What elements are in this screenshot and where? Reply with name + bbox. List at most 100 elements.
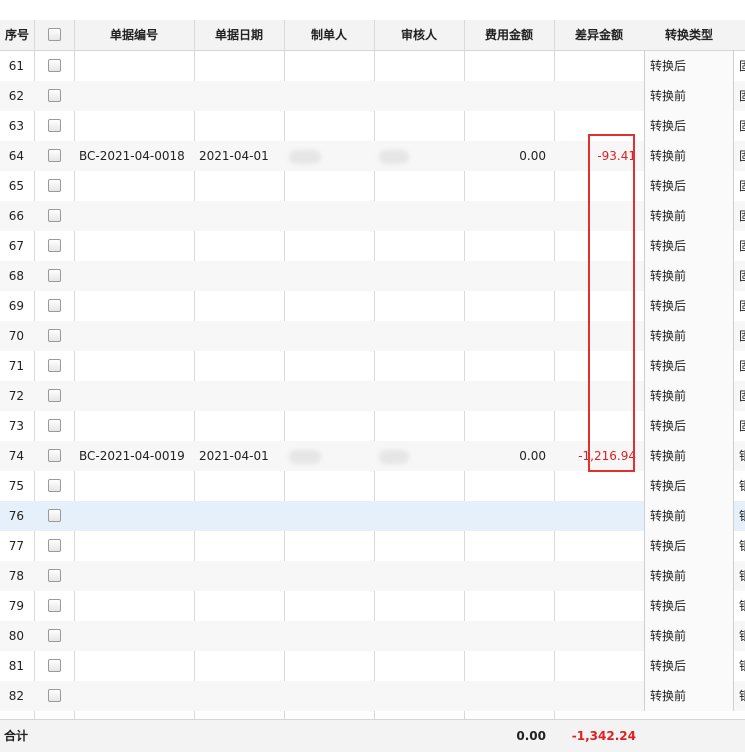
row-checkbox[interactable]: [47, 89, 61, 102]
row-maker-redacted: [284, 531, 374, 561]
table-row[interactable]: 71 转换后固: [0, 351, 745, 381]
row-diff-amount: [554, 201, 644, 231]
table-row[interactable]: 74 BC-2021-04-0019 2021-04-01 0.00 -1,216.94…: [0, 441, 745, 471]
table-row[interactable]: 78 转换前银: [0, 561, 745, 591]
table-row[interactable]: 77 转换后银: [0, 531, 745, 561]
row-truncated-col: 银: [739, 441, 745, 471]
row-doc-no: [74, 171, 194, 201]
row-checkbox[interactable]: [47, 209, 61, 222]
row-select[interactable]: [34, 51, 74, 81]
row-checkbox[interactable]: [47, 299, 61, 312]
table-row[interactable]: 62 转换前固: [0, 81, 745, 111]
row-checkbox[interactable]: [47, 479, 61, 492]
row-checkbox[interactable]: [47, 419, 61, 432]
row-doc-no: [74, 51, 194, 81]
header-select-all[interactable]: [34, 20, 74, 50]
table-row[interactable]: 68 转换前固: [0, 261, 745, 291]
row-select[interactable]: [34, 681, 74, 711]
row-select[interactable]: [34, 351, 74, 381]
row-truncated-col: 固: [739, 411, 745, 441]
row-select[interactable]: [34, 471, 74, 501]
row-reviewer-redacted: [374, 321, 464, 351]
table-row[interactable]: 82 转换前银: [0, 681, 745, 711]
header-doc-date[interactable]: 单据日期: [194, 20, 284, 50]
header-reviewer[interactable]: 审核人: [374, 20, 464, 50]
table-row[interactable]: 75 转换后银: [0, 471, 745, 501]
select-all-checkbox[interactable]: [47, 28, 61, 41]
row-select[interactable]: [34, 651, 74, 681]
row-select[interactable]: [34, 171, 74, 201]
table-row[interactable]: 61 转换后固: [0, 51, 745, 81]
grid-header: 序号 单据编号 单据日期 制单人 审核人 费用金额 差异金额 转换类型: [0, 20, 745, 51]
row-checkbox[interactable]: [47, 599, 61, 612]
table-row[interactable]: 67 转换后固: [0, 231, 745, 261]
header-fee-amount[interactable]: 费用金额: [464, 20, 554, 50]
row-checkbox[interactable]: [47, 59, 61, 72]
row-select[interactable]: [34, 141, 74, 171]
row-truncated-col: 银: [739, 681, 745, 711]
row-select[interactable]: [34, 291, 74, 321]
row-select[interactable]: [34, 321, 74, 351]
row-reviewer-redacted: [374, 51, 464, 81]
table-row[interactable]: 66 转换前固: [0, 201, 745, 231]
row-checkbox[interactable]: [47, 449, 61, 462]
row-select[interactable]: [34, 201, 74, 231]
row-checkbox[interactable]: [47, 269, 61, 282]
row-doc-no: [74, 411, 194, 441]
header-maker[interactable]: 制单人: [284, 20, 374, 50]
row-diff-amount: [554, 81, 644, 111]
row-fee-amount: [464, 561, 554, 591]
row-checkbox[interactable]: [47, 689, 61, 702]
table-row[interactable]: 73 转换后固: [0, 411, 745, 441]
row-select[interactable]: [34, 561, 74, 591]
row-checkbox[interactable]: [47, 539, 61, 552]
row-checkbox[interactable]: [47, 659, 61, 672]
table-row[interactable]: 64 BC-2021-04-0018 2021-04-01 0.00 -93.41 转换前…: [0, 141, 745, 171]
row-select[interactable]: [34, 261, 74, 291]
table-row[interactable]: 65 转换后固: [0, 171, 745, 201]
table-row[interactable]: 81 转换后银: [0, 651, 745, 681]
header-doc-no[interactable]: 单据编号: [74, 20, 194, 50]
row-maker-redacted: [284, 81, 374, 111]
row-truncated-col: 固: [739, 141, 745, 171]
row-seq: 61: [8, 59, 24, 73]
header-conv-type[interactable]: 转换类型: [644, 20, 734, 50]
row-reviewer-redacted: [374, 501, 464, 531]
row-select[interactable]: [34, 501, 74, 531]
row-checkbox[interactable]: [47, 239, 61, 252]
table-row[interactable]: 63 转换后固: [0, 111, 745, 141]
row-checkbox[interactable]: [47, 179, 61, 192]
table-row[interactable]: 79 转换后银: [0, 591, 745, 621]
row-checkbox[interactable]: [47, 389, 61, 402]
row-doc-no: [74, 351, 194, 381]
row-select[interactable]: [34, 411, 74, 441]
row-checkbox[interactable]: [47, 119, 61, 132]
header-diff-amount[interactable]: 差异金额: [554, 20, 644, 50]
row-reviewer-redacted: [374, 291, 464, 321]
header-seq[interactable]: 序号: [0, 20, 34, 50]
row-select[interactable]: [34, 381, 74, 411]
row-checkbox[interactable]: [47, 509, 61, 522]
row-truncated-col: 银: [739, 651, 745, 681]
row-select[interactable]: [34, 441, 74, 471]
row-doc-no: [74, 81, 194, 111]
row-select[interactable]: [34, 531, 74, 561]
row-select[interactable]: [34, 81, 74, 111]
row-checkbox[interactable]: [47, 359, 61, 372]
row-select[interactable]: [34, 111, 74, 141]
row-select[interactable]: [34, 231, 74, 261]
row-maker-redacted: [284, 411, 374, 441]
table-row[interactable]: 69 转换后固: [0, 291, 745, 321]
row-checkbox[interactable]: [47, 149, 61, 162]
row-checkbox[interactable]: [47, 569, 61, 582]
row-select[interactable]: [34, 591, 74, 621]
row-select[interactable]: [34, 621, 74, 651]
row-maker-redacted: [284, 171, 374, 201]
row-checkbox[interactable]: [47, 329, 61, 342]
row-checkbox[interactable]: [47, 629, 61, 642]
table-row[interactable]: 80 转换前银: [0, 621, 745, 651]
table-row[interactable]: 72 转换前固: [0, 381, 745, 411]
table-row[interactable]: 70 转换前固: [0, 321, 745, 351]
table-row[interactable]: 76 转换前银: [0, 501, 745, 531]
row-truncated-col: 固: [739, 351, 745, 381]
